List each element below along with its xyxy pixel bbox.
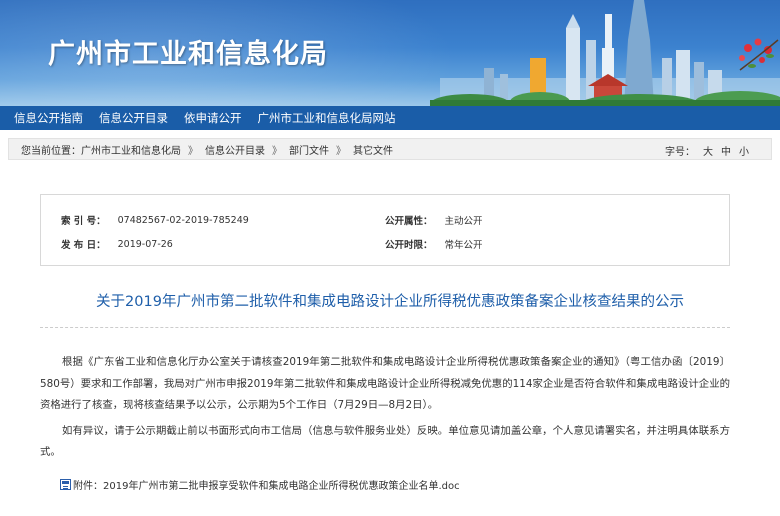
breadcrumb-item-dept-docs[interactable]: 部门文件 [289, 142, 329, 157]
meta-period-row: 公开时限： 常年公开 [385, 237, 483, 251]
font-size-switcher: 字号： 大 中 小 [657, 143, 749, 158]
meta-index-label: 索 引 号： [61, 216, 106, 227]
header-banner: 广州市工业和信息化局 [0, 0, 780, 106]
breadcrumb-separator: 》 [188, 145, 198, 157]
word-document-icon [60, 478, 71, 490]
meta-period-value: 常年公开 [444, 240, 483, 251]
breadcrumb: 您当前位置： 广州市工业和信息化局 》 信息公开目录 》 部门文件 》 其它文件 [9, 142, 393, 157]
font-size-label: 字号： [665, 147, 695, 158]
site-title: 广州市工业和信息化局 [48, 39, 328, 70]
breadcrumb-prefix: 您当前位置： [21, 145, 81, 157]
font-size-large[interactable]: 大 [703, 143, 713, 158]
breadcrumb-separator: 》 [336, 145, 346, 157]
article-paragraph: 如有异议，请于公示期截止前以书面形式向市工信局（信息与软件服务业处）反映。单位意… [40, 424, 730, 459]
breadcrumb-bar: 您当前位置： 广州市工业和信息化局 》 信息公开目录 》 部门文件 》 其它文件… [8, 138, 772, 160]
breadcrumb-separator: 》 [272, 145, 282, 157]
breadcrumb-item-other-docs[interactable]: 其它文件 [353, 142, 393, 157]
meta-index-row: 索 引 号： 07482567-02-2019-785249 [61, 213, 249, 228]
main-nav: 信息公开指南 信息公开目录 依申请公开 广州市工业和信息化局网站 [0, 106, 780, 130]
breadcrumb-item-bureau[interactable]: 广州市工业和信息化局 [81, 142, 181, 157]
nav-item-guide[interactable]: 信息公开指南 [14, 110, 83, 126]
font-size-medium[interactable]: 中 [721, 143, 731, 158]
meta-date-row: 发 布 日： 2019-07-26 [61, 237, 173, 252]
article-body: 根据《广东省工业和信息化厅办公室关于请核查2019年第二批软件和集成电路设计企业… [40, 352, 730, 464]
nav-item-catalog[interactable]: 信息公开目录 [99, 110, 168, 126]
nav-item-website[interactable]: 广州市工业和信息化局网站 [258, 110, 396, 126]
title-divider [40, 327, 730, 328]
meta-attr-value: 主动公开 [444, 216, 483, 227]
meta-attr-label: 公开属性： [385, 216, 433, 227]
meta-index-value: 07482567-02-2019-785249 [117, 214, 249, 226]
meta-period-label: 公开时限： [385, 240, 433, 251]
article-title: 关于2019年广州市第二批软件和集成电路设计企业所得税优惠政策备案企业核查结果的… [96, 294, 684, 310]
meta-date-label: 发 布 日： [61, 240, 106, 251]
document-meta-box: 索 引 号： 07482567-02-2019-785249 发 布 日： 20… [40, 194, 730, 266]
nav-item-apply[interactable]: 依申请公开 [184, 110, 242, 126]
attachment-link[interactable]: 附件：2019年广州市第二批申报享受软件和集成电路企业所得税优惠政策企业名单.d… [60, 477, 460, 492]
meta-attr-row: 公开属性： 主动公开 [385, 213, 483, 227]
article-paragraph: 根据《广东省工业和信息化厅办公室关于请核查2019年第二批软件和集成电路设计企业… [40, 356, 730, 411]
font-size-small[interactable]: 小 [739, 143, 749, 158]
meta-date-value: 2019-07-26 [117, 238, 173, 250]
breadcrumb-item-catalog[interactable]: 信息公开目录 [205, 142, 265, 157]
attachment-label[interactable]: 附件：2019年广州市第二批申报享受软件和集成电路企业所得税优惠政策企业名单.d… [73, 477, 460, 492]
